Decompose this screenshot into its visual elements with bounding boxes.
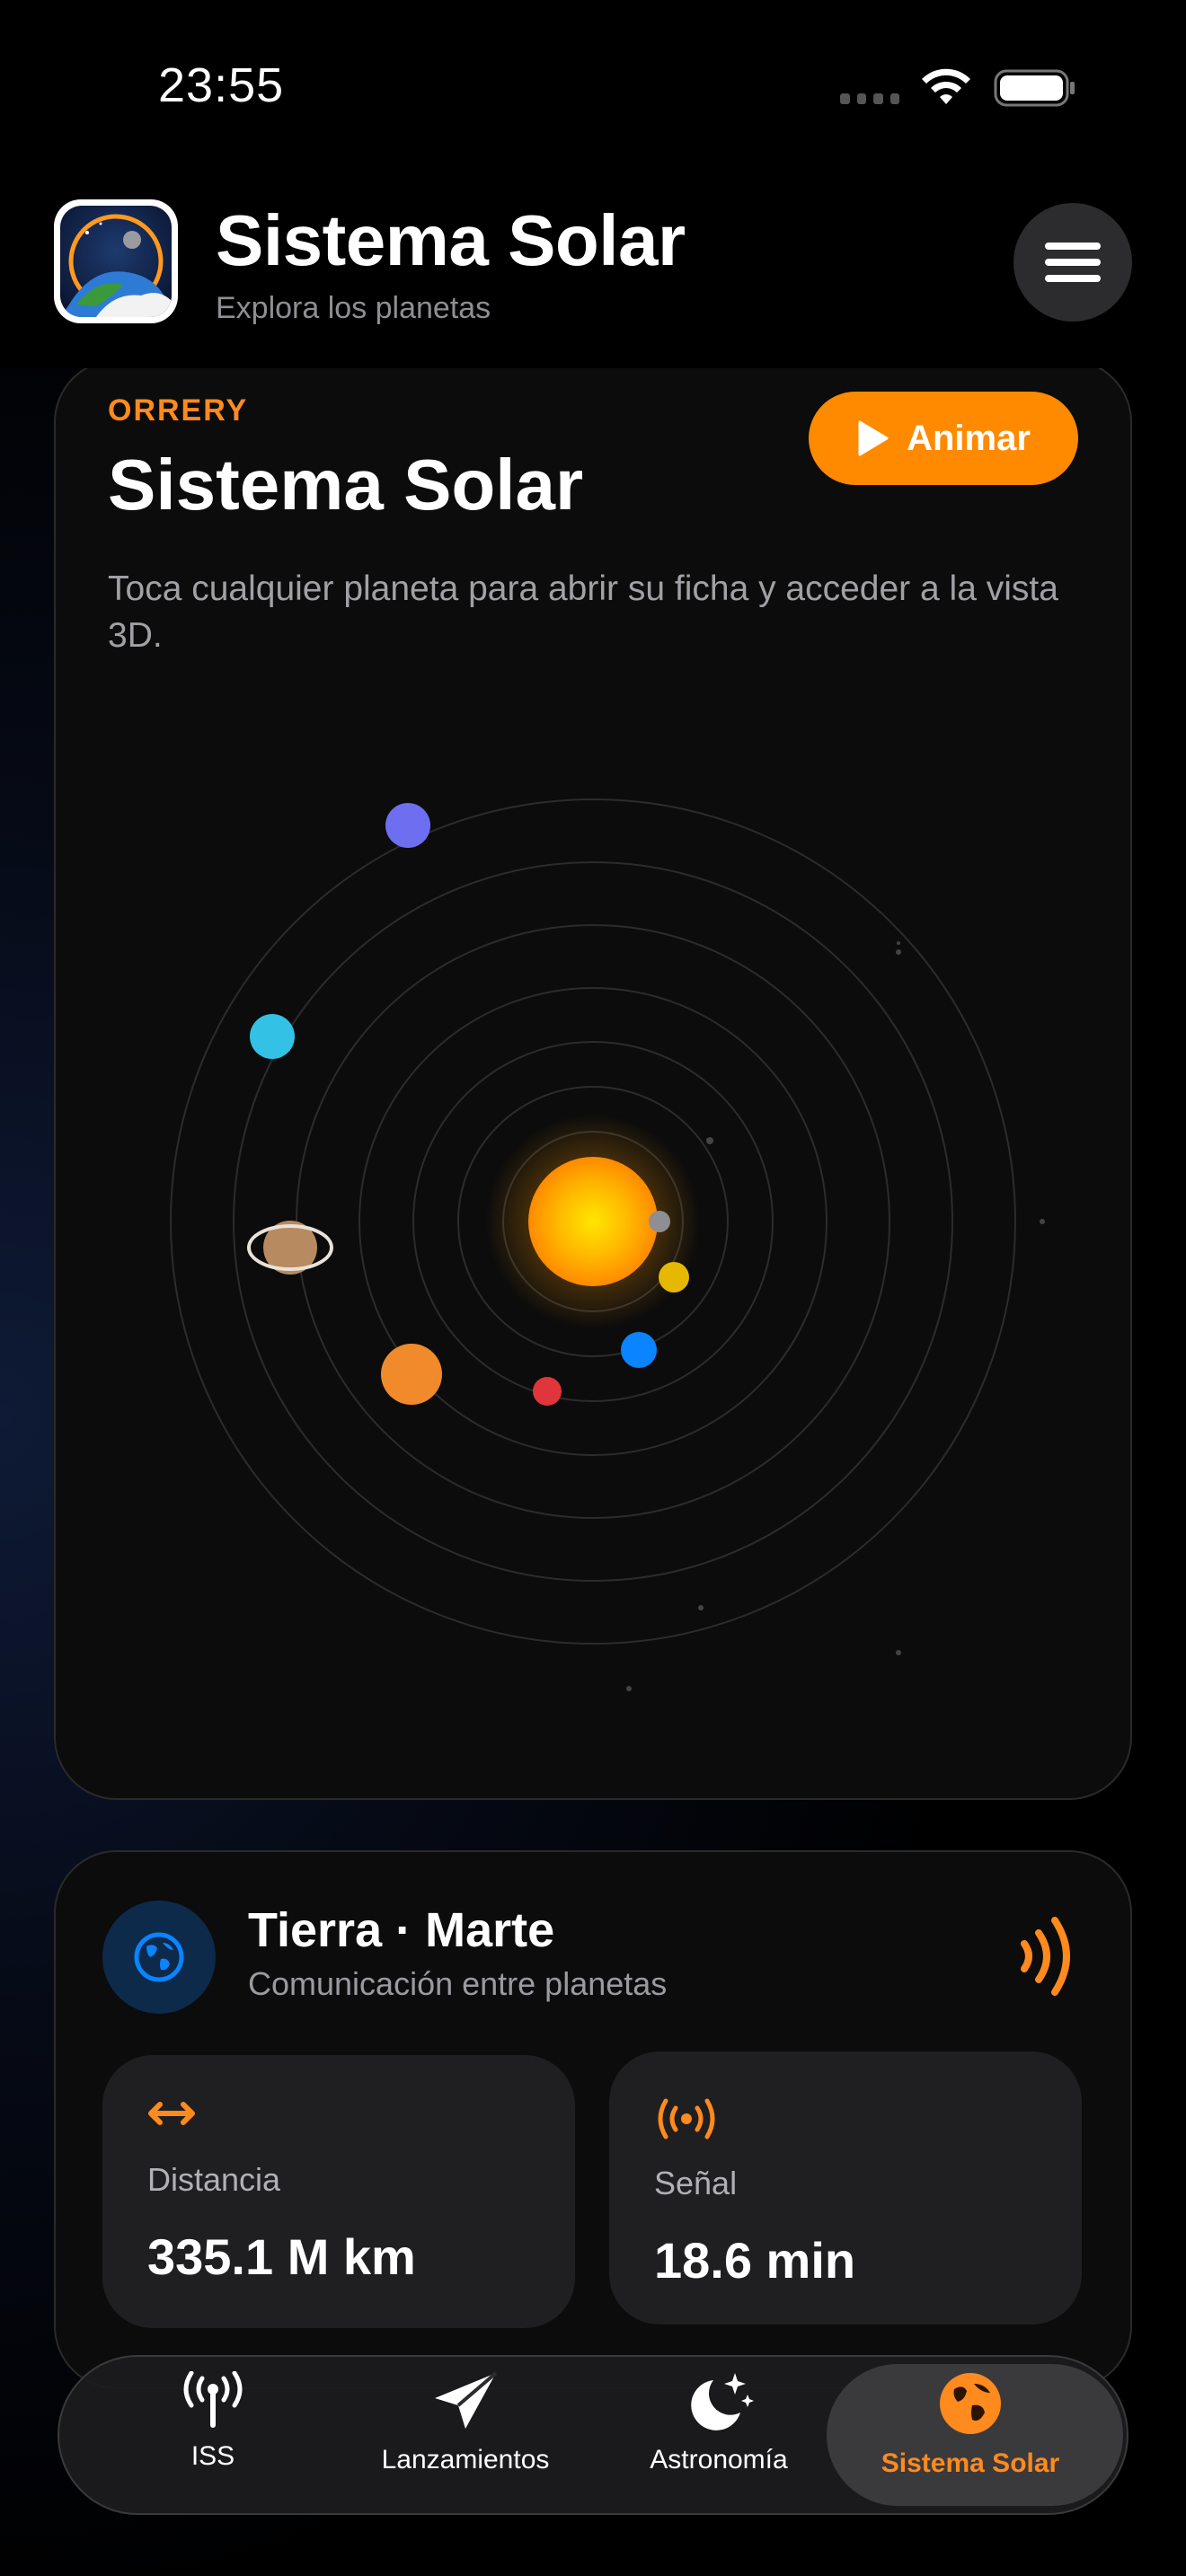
planet-saturn xyxy=(247,1221,333,1275)
header-subtitle: Explora los planetas xyxy=(216,291,491,325)
tab-iss[interactable]: ISS xyxy=(153,2371,273,2506)
planet-earth xyxy=(621,1332,657,1368)
status-time: 23:55 xyxy=(158,58,285,112)
signal-value: 18.6 min xyxy=(654,2232,856,2289)
header-title: Sistema Solar xyxy=(216,200,686,280)
battery-icon xyxy=(994,69,1075,107)
orrery-description: Toca cualquier planeta para abrir su fic… xyxy=(108,569,1058,655)
distance-label: Distancia xyxy=(147,2161,281,2198)
play-icon xyxy=(858,420,889,456)
tab-astronomy-label: Astronomía xyxy=(650,2445,788,2475)
animate-label: Animar xyxy=(907,418,1031,458)
hamburger-icon xyxy=(1045,243,1101,282)
planet-mars xyxy=(533,1377,562,1406)
broadcast-icon xyxy=(658,2098,715,2139)
tab-launches[interactable]: Lanzamientos xyxy=(358,2371,573,2506)
arrows-horizontal-icon xyxy=(148,2102,195,2125)
paperplane-icon xyxy=(435,2371,498,2429)
cellular-signal-icon xyxy=(840,93,899,106)
planet-jupiter xyxy=(381,1344,442,1405)
orrery-eyebrow: ORRERY xyxy=(108,393,249,428)
antenna-icon xyxy=(183,2371,243,2428)
comms-title: Tierra · Marte xyxy=(248,1903,555,1957)
signal-label: Señal xyxy=(654,2165,738,2201)
planet-neptune xyxy=(385,803,430,848)
earth-badge xyxy=(102,1901,216,2014)
wifi-icon xyxy=(922,68,970,104)
sun xyxy=(528,1157,658,1286)
animate-button[interactable]: Animar xyxy=(809,392,1078,485)
menu-button[interactable] xyxy=(1013,203,1132,322)
planet-mercury xyxy=(649,1211,670,1232)
distance-value: 335.1 M km xyxy=(147,2228,416,2285)
globe-icon xyxy=(940,2373,1001,2434)
planet-uranus xyxy=(250,1014,295,1059)
tab-solar-system[interactable]: Sistema Solar xyxy=(863,2371,1078,2506)
orrery-title: Sistema Solar xyxy=(108,445,584,525)
signal-stat: Señal 18.6 min xyxy=(609,2051,1082,2325)
tab-solar-system-label: Sistema Solar xyxy=(881,2448,1060,2478)
signal-waves-icon xyxy=(1021,1917,1070,1996)
app-icon xyxy=(54,199,178,323)
comms-subtitle: Comunicación entre planetas xyxy=(248,1965,668,2002)
moon-stars-icon xyxy=(691,2373,754,2430)
tab-astronomy[interactable]: Astronomía xyxy=(620,2371,818,2506)
globe-icon xyxy=(134,1932,184,1982)
tab-launches-label: Lanzamientos xyxy=(381,2445,550,2475)
planet-venus xyxy=(659,1262,689,1292)
tab-iss-label: ISS xyxy=(190,2441,235,2471)
distance-stat: Distancia 335.1 M km xyxy=(102,2055,575,2328)
